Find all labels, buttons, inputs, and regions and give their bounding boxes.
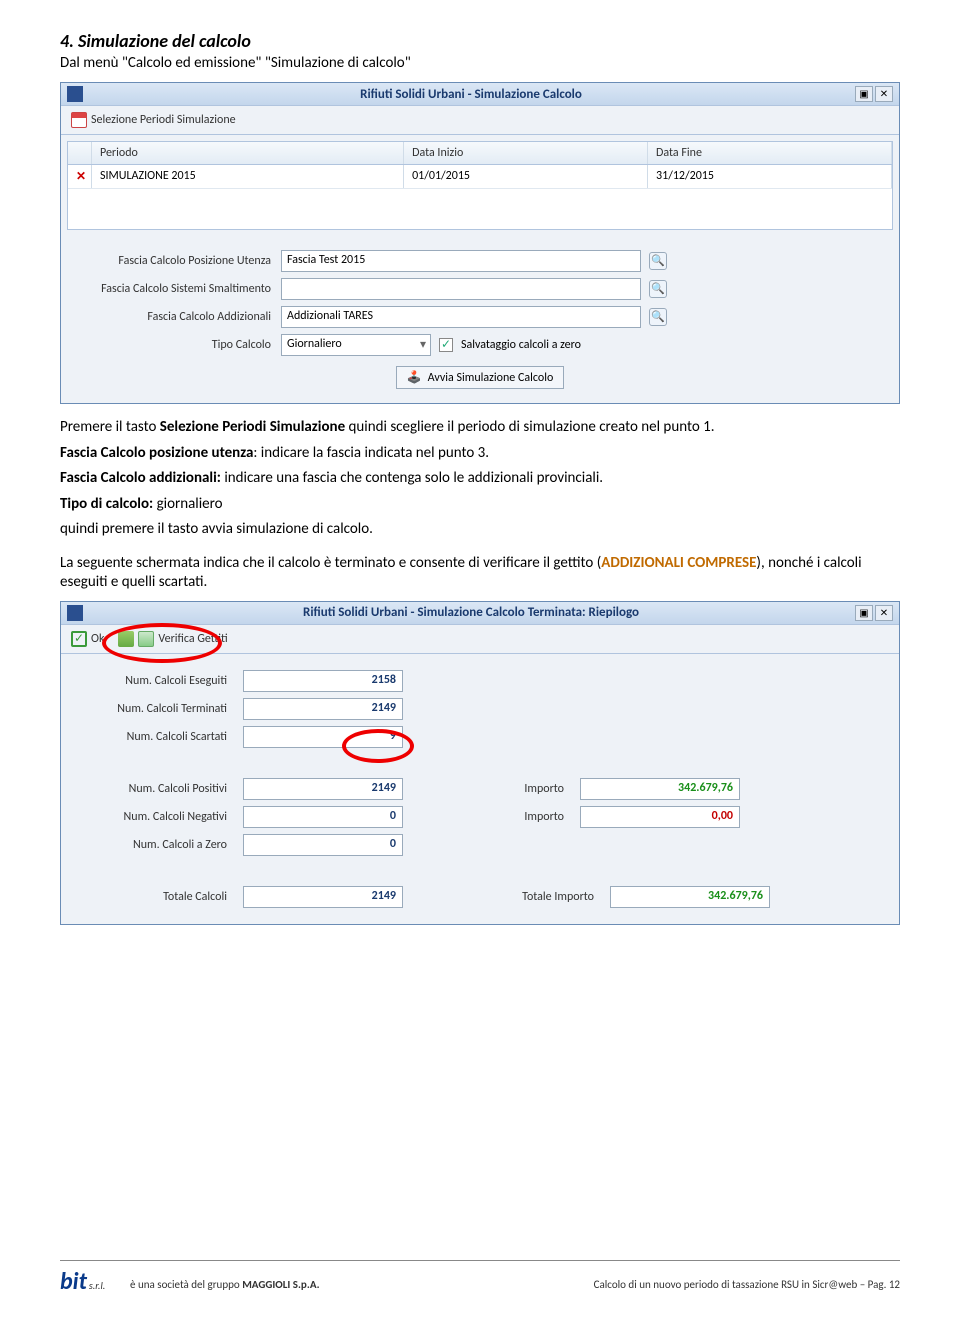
col-periodo: Periodo: [92, 142, 404, 164]
search-icon[interactable]: 🔍: [649, 308, 667, 326]
lbl-positivi: Num. Calcoli Positivi: [73, 782, 233, 796]
val-scartati: 9: [243, 726, 403, 748]
lbl-totale-importo: Totale Importo: [480, 890, 600, 904]
footer-logo: bits.r.l.: [60, 1267, 120, 1301]
window-title: Rifiuti Solidi Urbani - Simulazione Calc…: [89, 605, 853, 620]
check-icon: [71, 631, 87, 647]
grid-row[interactable]: ✕ SIMULAZIONE 2015 01/01/2015 31/12/2015: [68, 165, 892, 189]
paragraph-1: Premere il tasto Selezione Periodi Simul…: [60, 418, 900, 438]
ok-label: Ok: [91, 632, 104, 646]
toolbar-btn-label: Selezione Periodi Simulazione: [91, 113, 236, 127]
form-area: Fascia Calcolo Posizione Utenza Fascia T…: [61, 236, 899, 403]
col-data-fine: Data Fine: [648, 142, 892, 164]
maximize-icon[interactable]: ▣: [855, 86, 873, 102]
val-zero: 0: [243, 834, 403, 856]
page-footer: bits.r.l. è una società del gruppo MAGGI…: [60, 1260, 900, 1301]
titlebar: Rifiuti Solidi Urbani - Simulazione Calc…: [61, 83, 899, 106]
window-simulazione-calcolo: Rifiuti Solidi Urbani - Simulazione Calc…: [60, 82, 900, 404]
sheet-icon: [118, 631, 134, 647]
footer-left-text: è una società del gruppo: [130, 1278, 242, 1291]
maximize-icon[interactable]: ▣: [855, 605, 873, 621]
lbl-tipo-calcolo: Tipo Calcolo: [71, 338, 281, 352]
lbl-fascia-addizionali: Fascia Calcolo Addizionali: [71, 310, 281, 324]
verifica-gettiti-button[interactable]: Verifica Gettiti: [114, 629, 231, 649]
col-data-inizio: Data Inizio: [404, 142, 648, 164]
search-icon[interactable]: 🔍: [649, 280, 667, 298]
search-icon[interactable]: 🔍: [649, 252, 667, 270]
avvia-simulazione-button[interactable]: 🕹️ Avvia Simulazione Calcolo: [396, 366, 565, 389]
toolbar: Selezione Periodi Simulazione: [61, 106, 899, 135]
lbl-eseguiti: Num. Calcoli Eseguiti: [73, 674, 233, 688]
val-terminati: 2149: [243, 698, 403, 720]
fascia-addizionali-input[interactable]: Addizionali TARES: [281, 306, 641, 328]
lbl-importo-pos: Importo: [480, 782, 570, 796]
fascia-smaltimento-input[interactable]: [281, 278, 641, 300]
section-title: 4. Simulazione del calcolo: [60, 30, 900, 52]
lbl-scartati: Num. Calcoli Scartati: [73, 730, 233, 744]
remove-row-icon[interactable]: ✕: [68, 165, 92, 188]
window-riepilogo: Rifiuti Solidi Urbani - Simulazione Calc…: [60, 601, 900, 925]
lbl-terminati: Num. Calcoli Terminati: [73, 702, 233, 716]
paragraph-4: Tipo di calcolo: giornaliero: [60, 495, 900, 515]
val-positivi: 2149: [243, 778, 403, 800]
fascia-posizione-input[interactable]: Fascia Test 2015: [281, 250, 641, 272]
app-logo-icon: [67, 86, 83, 102]
lbl-salvataggio-zero: Salvataggio calcoli a zero: [461, 338, 581, 352]
toolbar: Ok Verifica Gettiti: [61, 625, 899, 654]
titlebar: Rifiuti Solidi Urbani - Simulazione Calc…: [61, 602, 899, 625]
salvataggio-zero-checkbox[interactable]: [439, 338, 453, 352]
tipo-calcolo-select[interactable]: Giornaliero: [281, 334, 431, 356]
grid-header: Periodo Data Inizio Data Fine: [68, 142, 892, 165]
val-totale-calcoli: 2149: [243, 886, 403, 908]
cell-data-inizio: 01/01/2015: [404, 165, 648, 188]
val-totale-importo: 342.679,76: [610, 886, 770, 908]
paragraph-2: Fascia Calcolo posizione utenza: indicar…: [60, 444, 900, 464]
lbl-negativi: Num. Calcoli Negativi: [73, 810, 233, 824]
close-icon[interactable]: ✕: [875, 605, 893, 621]
section-intro: Dal menù "Calcolo ed emissione" "Simulaz…: [60, 54, 900, 72]
cell-periodo: SIMULAZIONE 2015: [92, 165, 404, 188]
val-negativi: 0: [243, 806, 403, 828]
paragraph-6: La seguente schermata indica che il calc…: [60, 554, 900, 593]
val-eseguiti: 2158: [243, 670, 403, 692]
grid-periodi: Periodo Data Inizio Data Fine ✕ SIMULAZI…: [67, 141, 893, 230]
paragraph-3: Fascia Calcolo addizionali: indicare una…: [60, 469, 900, 489]
riepilogo-form: Num. Calcoli Eseguiti 2158 Num. Calcoli …: [61, 654, 899, 924]
footer-right-text: Calcolo di un nuovo periodo di tassazion…: [594, 1278, 900, 1291]
val-importo-neg: 0,00: [580, 806, 740, 828]
cell-data-fine: 31/12/2015: [648, 165, 892, 188]
lbl-fascia-smaltimento: Fascia Calcolo Sistemi Smaltimento: [71, 282, 281, 296]
run-icon: 🕹️: [407, 370, 422, 385]
lbl-fascia-posizione: Fascia Calcolo Posizione Utenza: [71, 254, 281, 268]
avvia-label: Avvia Simulazione Calcolo: [428, 371, 554, 385]
calendar-icon: [71, 112, 87, 128]
verifica-gettiti-label: Verifica Gettiti: [158, 632, 227, 646]
val-importo-pos: 342.679,76: [580, 778, 740, 800]
footer-left-bold: MAGGIOLI S.p.A.: [242, 1278, 319, 1291]
paragraph-5: quindi premere il tasto avvia simulazion…: [60, 520, 900, 540]
app-logo-icon: [67, 605, 83, 621]
ok-button[interactable]: Ok: [67, 629, 108, 649]
arrow-icon: [138, 631, 154, 647]
lbl-importo-neg: Importo: [480, 810, 570, 824]
lbl-totale-calcoli: Totale Calcoli: [73, 890, 233, 904]
window-title: Rifiuti Solidi Urbani - Simulazione Calc…: [89, 87, 853, 102]
selezione-periodi-button[interactable]: Selezione Periodi Simulazione: [67, 110, 240, 130]
lbl-zero: Num. Calcoli a Zero: [73, 838, 233, 852]
close-icon[interactable]: ✕: [875, 86, 893, 102]
